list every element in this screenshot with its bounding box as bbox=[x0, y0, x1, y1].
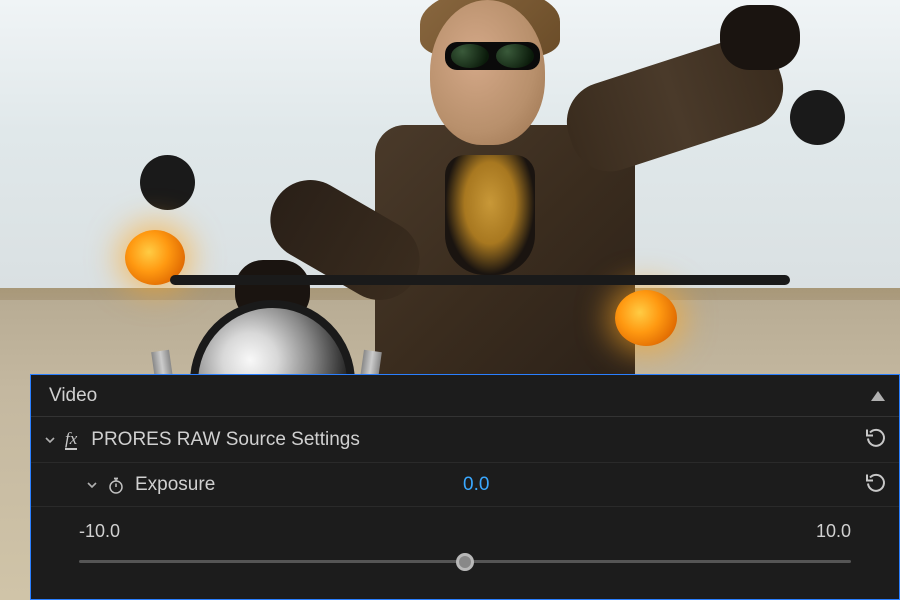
effects-panel: Video fx PRORES RAW Source Settings Expo… bbox=[30, 374, 900, 600]
exposure-value[interactable]: 0.0 bbox=[463, 474, 489, 496]
exposure-slider-thumb[interactable] bbox=[456, 553, 474, 571]
slider-max-label: 10.0 bbox=[816, 521, 851, 542]
exposure-label: Exposure bbox=[135, 474, 215, 496]
fx-badge-icon[interactable]: fx bbox=[65, 430, 77, 450]
effect-name-label: PRORES RAW Source Settings bbox=[91, 429, 360, 451]
chevron-down-icon[interactable] bbox=[43, 433, 57, 447]
exposure-slider-row: -10.0 10.0 bbox=[31, 507, 899, 597]
reset-param-button[interactable] bbox=[863, 470, 887, 499]
section-title: Video bbox=[49, 385, 97, 407]
slider-min-label: -10.0 bbox=[79, 521, 120, 542]
stopwatch-icon[interactable] bbox=[107, 476, 125, 494]
exposure-slider-track[interactable] bbox=[79, 560, 851, 563]
chevron-down-icon[interactable] bbox=[85, 478, 99, 492]
exposure-param-row: Exposure 0.0 bbox=[31, 463, 899, 507]
reset-effect-button[interactable] bbox=[863, 425, 887, 454]
collapse-section-icon[interactable] bbox=[871, 391, 885, 401]
panel-section-header[interactable]: Video bbox=[31, 375, 899, 417]
effect-header-row: fx PRORES RAW Source Settings bbox=[31, 417, 899, 463]
